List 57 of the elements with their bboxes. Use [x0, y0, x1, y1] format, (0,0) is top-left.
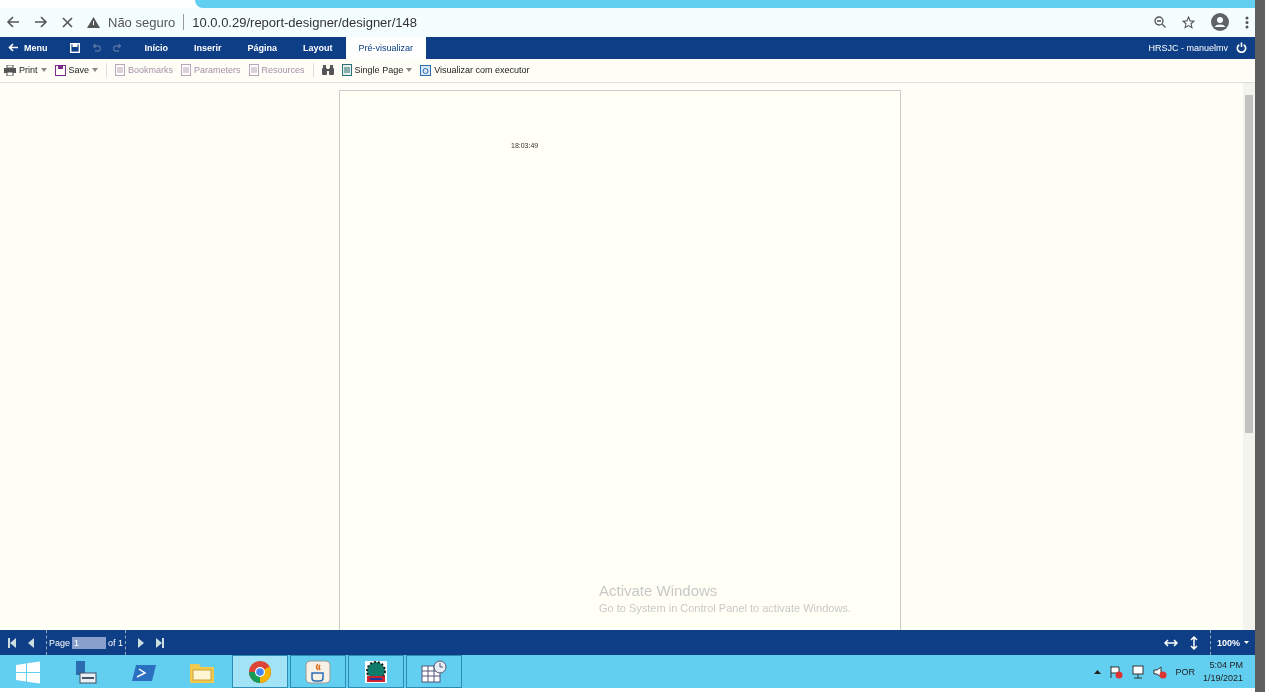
speaker-icon[interactable]: [1153, 664, 1168, 679]
power-icon[interactable]: [1236, 42, 1247, 54]
clock-time[interactable]: 5:04 PM: [1209, 658, 1243, 672]
previous-page-button[interactable]: [28, 637, 34, 648]
page-count: of 1: [108, 637, 124, 648]
scrollbar[interactable]: [1243, 83, 1255, 631]
network-icon[interactable]: [1131, 664, 1146, 679]
ribbon-tab[interactable]: Página: [234, 36, 291, 59]
ribbon-tab[interactable]: Inserir: [181, 36, 235, 59]
page-label: Page: [49, 637, 71, 648]
folder-icon: [190, 663, 214, 683]
back-icon[interactable]: [6, 16, 20, 29]
clock-date[interactable]: 1/19/2021: [1202, 671, 1243, 685]
toolbar-button[interactable]: Print: [4, 65, 47, 76]
user-label: HRSJC - manuelmv: [1148, 42, 1228, 53]
next-page-button[interactable]: [138, 637, 145, 648]
back-arrow-icon: [8, 43, 18, 53]
caret-icon: [1244, 641, 1249, 645]
ribbon-tab[interactable]: Início: [131, 36, 181, 59]
taskbar-button[interactable]: [348, 655, 404, 688]
flag-icon[interactable]: [1109, 664, 1124, 679]
more-menu-icon[interactable]: [1245, 15, 1249, 29]
toolbar-button[interactable]: Visualizar com executor: [420, 64, 530, 77]
menu-button[interactable]: Menu: [8, 42, 48, 53]
binoculars-icon: [321, 65, 334, 76]
coffee-cup-icon: [305, 660, 331, 684]
ribbon-tab[interactable]: Pré-visualizar: [345, 36, 427, 59]
forward-icon[interactable]: [34, 16, 48, 29]
star-icon[interactable]: [1182, 15, 1195, 29]
document-icon: [420, 64, 432, 77]
zoom-out-icon[interactable]: [1154, 16, 1166, 29]
caret-up-icon[interactable]: [1094, 669, 1102, 674]
url-text[interactable]: 10.0.0.29/report-designer/designer/148: [192, 14, 417, 30]
page-icon: [341, 64, 352, 77]
close-icon[interactable]: [62, 16, 73, 28]
page-icon: [248, 64, 259, 77]
page-icon: [115, 64, 126, 77]
security-label: Não seguro: [108, 14, 176, 30]
toolbar-button[interactable]: Save: [54, 65, 99, 76]
server-icon: [76, 660, 97, 684]
calendar-clock-icon: [421, 660, 447, 683]
last-page-button[interactable]: [156, 637, 165, 648]
fit-width-icon[interactable]: [1163, 638, 1178, 647]
warning-icon: [87, 16, 100, 28]
page-icon: [181, 64, 192, 77]
first-page-button[interactable]: [8, 637, 16, 648]
windows-logo-icon: [16, 661, 40, 684]
browser-icon: [249, 660, 271, 683]
save-icon[interactable]: [69, 42, 80, 53]
toolbar-button[interactable]: Single Page: [341, 64, 413, 77]
profile-icon[interactable]: [1211, 13, 1229, 32]
terminal-icon: [132, 664, 156, 681]
language-indicator[interactable]: POR: [1175, 666, 1195, 677]
toolbar-button[interactable]: [321, 65, 334, 76]
fit-height-icon[interactable]: [1189, 635, 1198, 650]
ribbon-tab[interactable]: Layout: [290, 36, 346, 59]
printer-icon: [4, 65, 16, 76]
